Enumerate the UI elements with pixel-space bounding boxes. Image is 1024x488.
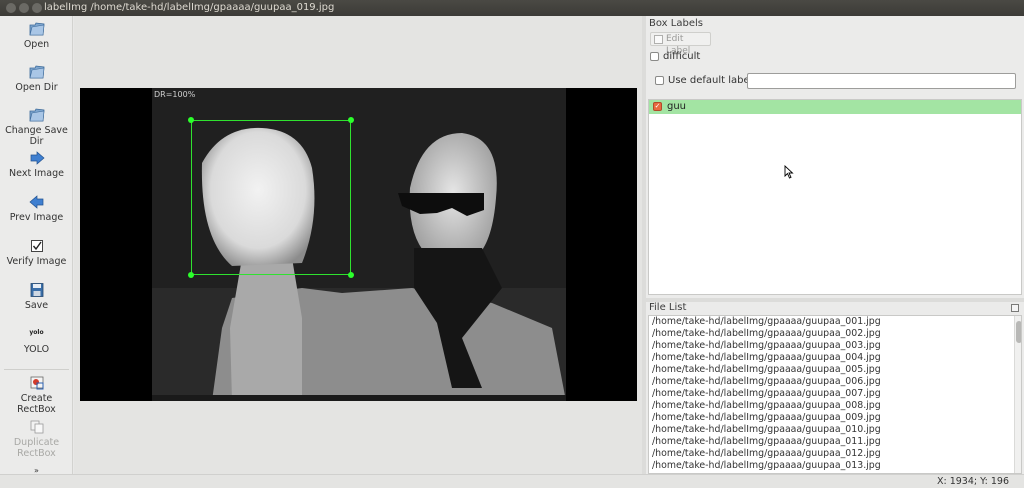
label-list[interactable]: ✓ guu (648, 99, 1022, 295)
file-list-item[interactable]: /home/take-hd/labelImg/gpaaaa/guupaa_012… (652, 448, 881, 460)
folder-icon (29, 22, 44, 36)
use-default-label-checkbox[interactable] (655, 76, 664, 85)
next-image-button[interactable]: Next Image (0, 151, 73, 179)
bbox-handle[interactable] (188, 272, 194, 278)
file-list-item[interactable]: /home/take-hd/labelImg/gpaaaa/guupaa_013… (652, 460, 881, 472)
prev-image-label: Prev Image (9, 212, 64, 223)
file-list-item[interactable]: /home/take-hd/labelImg/gpaaaa/guupaa_011… (652, 436, 881, 448)
bbox-handle[interactable] (188, 117, 194, 123)
default-label-input[interactable] (747, 73, 1016, 89)
rectbox-icon (30, 376, 43, 390)
duplicate-icon (30, 420, 43, 434)
edit-pencil-icon (654, 35, 663, 44)
mouse-cursor-icon (784, 165, 794, 179)
yolo-label: YOLO (23, 344, 50, 355)
next-image-label: Next Image (9, 168, 64, 179)
file-list-item[interactable]: /home/take-hd/labelImg/gpaaaa/guupaa_004… (652, 352, 881, 364)
image-display: DR=100% (80, 88, 637, 401)
file-list-item[interactable]: /home/take-hd/labelImg/gpaaaa/guupaa_003… (652, 340, 881, 352)
file-list-scrollbar[interactable] (1014, 316, 1021, 473)
bounding-box[interactable] (191, 120, 351, 275)
image-canvas[interactable]: DR=100% (74, 16, 642, 474)
file-list[interactable]: /home/take-hd/labelImg/gpaaaa/guupaa_001… (648, 315, 1022, 474)
create-rectbox-button[interactable]: Create RectBox (0, 376, 73, 415)
file-list-item[interactable]: /home/take-hd/labelImg/gpaaaa/guupaa_006… (652, 376, 881, 388)
label-item-text: guu (667, 101, 687, 112)
open-label: Open (23, 39, 50, 50)
bbox-handle[interactable] (348, 117, 354, 123)
folder-icon (29, 65, 44, 79)
file-list-item[interactable]: /home/take-hd/labelImg/gpaaaa/guupaa_009… (652, 412, 881, 424)
prev-image-button[interactable]: Prev Image (0, 195, 73, 223)
save-button[interactable]: Save (0, 283, 73, 311)
file-list-item[interactable]: /home/take-hd/labelImg/gpaaaa/guupaa_005… (652, 364, 881, 376)
edit-label-button[interactable]: Edit Label (650, 32, 711, 56)
difficult-label: difficult (663, 51, 701, 62)
right-panel: Box Labels Edit Label difficult Use defa… (646, 16, 1024, 474)
file-list-item[interactable]: /home/take-hd/labelImg/gpaaaa/guupaa_010… (652, 424, 881, 436)
difficult-checkbox[interactable] (650, 52, 659, 61)
maximize-window-button[interactable] (32, 3, 42, 13)
zoom-overlay-text: DR=100% (154, 90, 196, 99)
use-default-label-label: Use default label (668, 75, 753, 86)
duplicate-rectbox-button[interactable]: Duplicate RectBox (0, 420, 73, 459)
window-title: labelImg /home/take-hd/labelImg/gpaaaa/g… (44, 2, 335, 13)
box-labels-title: Box Labels (649, 18, 703, 29)
minimize-window-button[interactable] (19, 3, 29, 13)
file-list-item[interactable]: /home/take-hd/labelImg/gpaaaa/guupaa_001… (652, 316, 881, 328)
create-rectbox-label: Create RectBox (17, 393, 56, 415)
window-titlebar: labelImg /home/take-hd/labelImg/gpaaaa/g… (0, 0, 1024, 16)
dock-float-icon[interactable] (1011, 304, 1019, 312)
file-list-item[interactable]: /home/take-hd/labelImg/gpaaaa/guupaa_008… (652, 400, 881, 412)
verify-image-button[interactable]: Verify Image (0, 239, 73, 267)
save-label: Save (24, 300, 49, 311)
scrollbar-thumb[interactable] (1016, 321, 1021, 343)
toolbar: Open Open Dir Change Save Dir Next Image… (0, 16, 73, 475)
yolo-button[interactable]: yolo YOLO (0, 327, 73, 355)
cursor-coordinates: X: 1934; Y: 196 (936, 476, 1009, 487)
file-list-item[interactable]: /home/take-hd/labelImg/gpaaaa/guupaa_002… (652, 328, 881, 340)
close-window-button[interactable] (6, 3, 16, 13)
change-save-dir-label: Change Save Dir (5, 125, 68, 147)
floppy-disk-icon (30, 283, 43, 297)
change-save-dir-button[interactable]: Change Save Dir (0, 108, 73, 147)
open-dir-button[interactable]: Open Dir (0, 65, 73, 93)
open-button[interactable]: Open (0, 22, 73, 50)
file-list-item[interactable]: /home/take-hd/labelImg/gpaaaa/guupaa_007… (652, 388, 881, 400)
open-dir-label: Open Dir (15, 82, 58, 93)
label-visible-checkbox[interactable]: ✓ (653, 102, 662, 111)
arrow-left-icon (28, 195, 43, 209)
checkbox-icon (30, 240, 43, 252)
yolo-icon: yolo (29, 329, 44, 336)
toolbar-divider (4, 369, 69, 370)
duplicate-rectbox-label: Duplicate RectBox (13, 437, 60, 459)
arrow-right-icon (30, 151, 45, 165)
dock-splitter[interactable] (646, 298, 1024, 302)
folder-icon (29, 108, 44, 122)
status-bar: X: 1934; Y: 196 (0, 474, 1024, 488)
bbox-handle[interactable] (348, 272, 354, 278)
label-list-item[interactable]: ✓ guu (649, 100, 1021, 114)
verify-image-label: Verify Image (6, 256, 67, 267)
file-list-title: File List (649, 302, 687, 313)
